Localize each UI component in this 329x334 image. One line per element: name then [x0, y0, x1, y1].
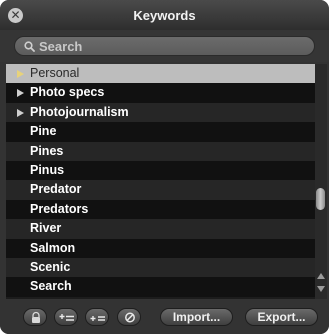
keyword-row[interactable]: Pines: [6, 141, 315, 161]
keyword-row[interactable]: Photojournalism: [6, 102, 315, 123]
search-icon: [24, 41, 35, 52]
import-button[interactable]: Import...: [160, 308, 233, 326]
search-bar: [0, 30, 329, 62]
lock-button[interactable]: [23, 308, 47, 326]
delete-keyword-icon: [125, 312, 135, 323]
disclosure-triangle-icon[interactable]: [17, 70, 24, 78]
keyword-row[interactable]: Predator: [6, 180, 315, 200]
scroll-up-arrow-icon[interactable]: [317, 273, 325, 279]
search-input[interactable]: [39, 37, 299, 55]
bottom-toolbar: Import... Export...: [0, 300, 329, 334]
keyword-row[interactable]: Search: [6, 277, 315, 297]
keyword-row[interactable]: Photo specs: [6, 83, 315, 103]
scroll-arrows: [315, 268, 327, 298]
keyword-label: Pines: [30, 143, 64, 158]
scroll-down-arrow-icon[interactable]: [317, 286, 325, 292]
add-keyword-sibling-icon: [90, 316, 105, 321]
keyword-row[interactable]: Scenic: [6, 257, 315, 278]
keyword-label: Pine: [30, 124, 57, 139]
keyword-label: Scenic: [30, 259, 71, 274]
add-keyword-child-icon: [59, 314, 74, 321]
keyword-label: Predators: [30, 201, 89, 216]
keywords-hud-window: ✕ Keywords Personal Photo specs Photojourn…: [0, 0, 329, 334]
window-title: Keywords: [133, 8, 196, 23]
disclosure-triangle-icon[interactable]: [17, 108, 24, 117]
keyword-row[interactable]: Salmon: [6, 238, 315, 258]
scrollbar[interactable]: [315, 64, 327, 299]
keyword-row[interactable]: Personal: [6, 64, 315, 84]
keyword-row[interactable]: Pinus: [6, 160, 315, 181]
keyword-label: Photo specs: [30, 85, 105, 100]
keyword-label: Pinus: [30, 162, 65, 177]
disclosure-triangle-icon[interactable]: [17, 89, 24, 98]
title-bar: ✕ Keywords: [0, 0, 329, 30]
search-field[interactable]: [14, 36, 315, 56]
add-keyword-child-button[interactable]: [54, 308, 78, 326]
keyword-label: Search: [30, 279, 72, 294]
keyword-list: Personal Photo specs Photojournalism Pine Pi…: [6, 64, 315, 299]
keyword-label: Photojournalism: [30, 104, 129, 119]
keyword-label: River: [30, 221, 62, 236]
keyword-label: Personal: [30, 66, 80, 80]
add-keyword-sibling-button[interactable]: [85, 308, 109, 326]
lock-icon: [32, 311, 40, 323]
delete-keyword-button[interactable]: [117, 308, 141, 326]
keyword-label: Predator: [30, 182, 82, 197]
keyword-row[interactable]: River: [6, 219, 315, 239]
keyword-label: Salmon: [30, 240, 76, 255]
keyword-row[interactable]: Pine: [6, 122, 315, 142]
keyword-row[interactable]: Predators: [6, 199, 315, 220]
scroll-thumb[interactable]: [316, 188, 325, 210]
export-button[interactable]: Export...: [245, 308, 318, 326]
